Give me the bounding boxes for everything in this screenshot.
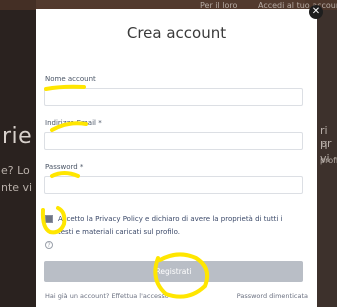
password-input[interactable] (44, 176, 303, 194)
privacy-consent-checkbox[interactable] (45, 215, 53, 223)
modal-title: Crea account (126, 24, 227, 42)
account-name-label: Nome account (45, 75, 96, 83)
email-label: Indirizzo Email * (45, 119, 102, 127)
background-left-text-2: nte vi (1, 181, 33, 194)
background-left-text-1: e? Lo (1, 164, 30, 177)
close-icon[interactable]: ✕ (309, 5, 323, 19)
background-left-panel (0, 0, 36, 307)
forgot-password-link[interactable]: Password dimenticata (237, 292, 308, 300)
password-label: Password * (45, 163, 84, 171)
privacy-consent-text: Accetto la Privacy Policy e dichiaro di … (58, 215, 283, 236)
register-button[interactable]: Registrati (44, 261, 303, 282)
account-name-input[interactable] (44, 88, 303, 106)
login-link[interactable]: Hai già un account? Effettua l'accesso (45, 292, 169, 300)
create-account-modal: ✕ Crea account Nome account Indirizzo Em… (36, 5, 323, 307)
background-heading-fragment: rie (2, 124, 33, 149)
background-right-text-3: profi (320, 156, 337, 165)
info-icon[interactable]: ? (45, 241, 53, 249)
email-input[interactable] (44, 132, 303, 150)
